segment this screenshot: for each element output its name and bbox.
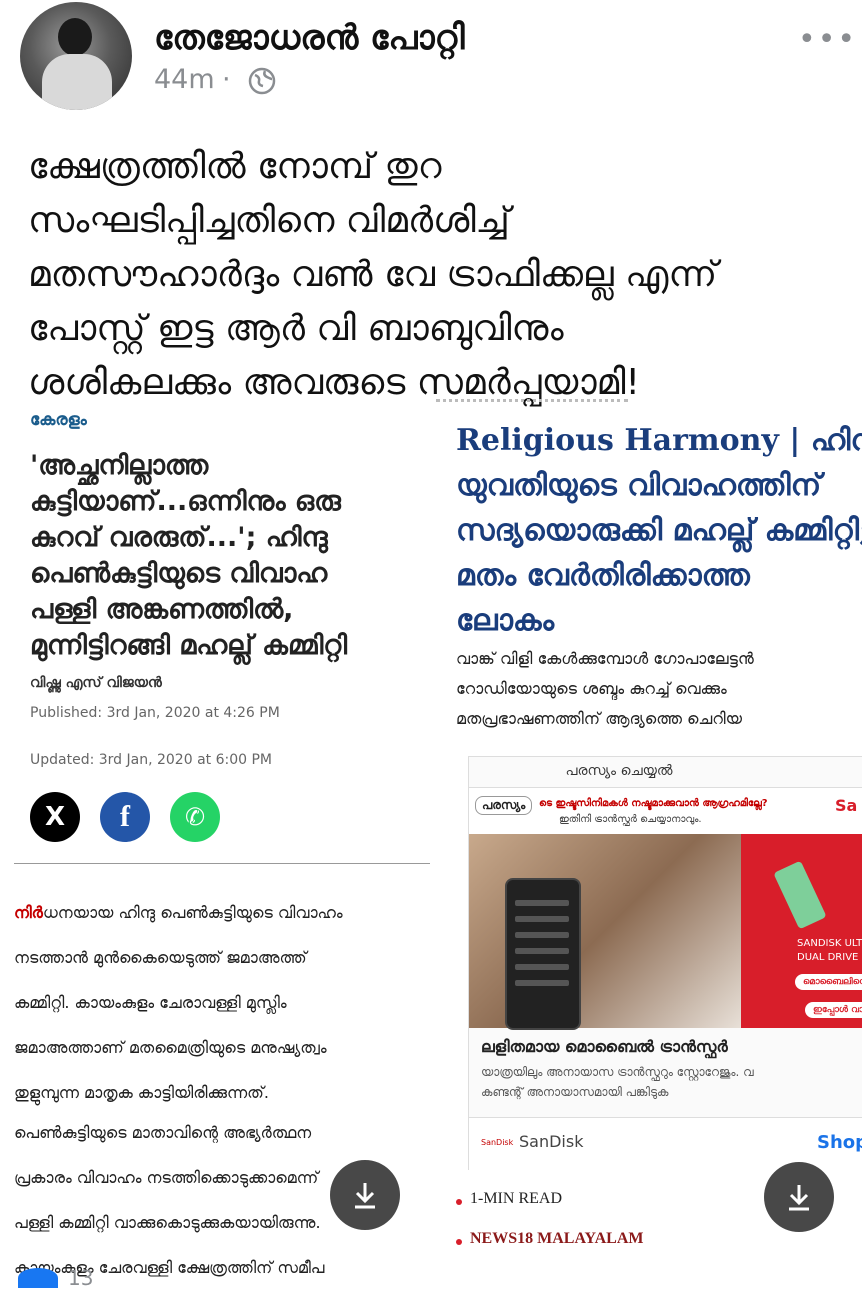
buy-now-button[interactable]: ഇപ്പോൾ വാങ്ങൂ [805,1002,862,1018]
sandisk-logo: SanDisk [481,1138,514,1147]
post-text-line: മതസൗഹാർദ്ദം വൺ വേ ട്രാഫിക്കല്ല എന്ന് [28,254,718,295]
ad-headline: ടെ ഇഷ്ടസിനിമകൾ നഷ്ടമാക്കുവാൻ ആഗ്രഹമില്ലേ… [539,798,768,809]
post-text-line: സംഘടിപ്പിച്ചതിനെ വിമർശിച്ച് [28,200,510,241]
headline-line: യുവതിയുടെ വിവാഹത്തിന് [456,468,822,503]
ad-tag: പരസ്യം [475,796,533,815]
author-avatar[interactable] [20,2,132,110]
body-line: പെൺകുട്ടിയുടെ മാതാവിന്റെ അഭ്യർത്ഥന [14,1123,312,1142]
ad-pill: മൊബൈലിന്റെ [795,974,862,990]
ad-description: കണ്ടന്റ് അനായാസമായി പങ്കിടുക [481,1085,669,1099]
x-share-icon: X [30,792,80,842]
article-category: കേരളം [30,410,87,430]
body-line: മതപ്രഭാഷണത്തിന് ആദ്യത്തെ ചെറിയ [456,709,742,728]
bullet-icon [456,1199,462,1205]
headline-line: ലോകം [456,603,555,638]
headline-line: മുന്നിട്ടിറങ്ങി മഹല്ല് കമ്മിറ്റി [30,630,348,661]
drop-cap: നിർ [14,903,43,922]
reaction-count[interactable]: 13 [68,1266,93,1290]
ad-brand-top: Sa [835,796,858,815]
headline-line: സദ്യയൊരുക്കി മഹല്ല് കമ്മിറ്റി; [456,513,862,548]
article-body: നിർധനയായ ഹിന്ദു പെൺകുട്ടിയുടെ വിവാഹം നടത… [14,890,430,1115]
author-name[interactable]: തേജോധരൻ പോറ്റി [154,18,465,58]
article-author: വിഷ്ണു എസ് വിജയൻ [30,675,162,691]
usb-drive-image [773,860,827,930]
like-icon[interactable] [18,1268,58,1288]
body-line: നടത്താൻ മുൻകൈയെടുത്ത് ജമാഅത്ത് [14,948,307,967]
body-line: തുളുമ്പുന്ന മാതൃക കാട്ടിയിരിക്കുന്നത്. [14,1083,269,1102]
body-line: കമ്മിറ്റി. കായംകുളം ചേരാവള്ളി മുസ്ലിം [14,993,287,1012]
article-headline: Religious Harmony | ഹിന്ദു യുവതിയുടെ വിവ… [456,418,862,643]
ad-brand: SanDisk [519,1132,584,1151]
updated-date: Updated: 3rd Jan, 2020 at 6:00 PM [30,752,272,768]
ad-subline: ഇതിനി ട്രാൻസ്ഫർ ചെയ്യാനാവും. [559,814,702,825]
more-dots-icon[interactable]: ••• [798,22,857,57]
facebook-share-icon: f [100,792,150,842]
phone-image [505,878,581,1030]
sandisk-ad[interactable]: പരസ്യം ചെയ്യൽ പരസ്യം ടെ ഇഷ്ടസിനിമകൾ നഷ്ട… [468,756,862,1170]
product-name: SANDISK ULTRA [797,938,862,949]
headline-line: കുറവ് വരരുത്...'; ഹിന്ദു [30,522,328,553]
body-line: റോഡിയോയുടെ ശബ്ദം കുറച്ച് വെക്കും [456,679,727,698]
headline-line: പെൺകുട്ടിയുടെ വിവാഹ [30,558,328,589]
ad-photo [469,834,741,1030]
headline-line: മതം വേർതിരിക്കാത്ത [456,558,750,593]
body-line: നിർധനയായ ഹിന്ദു പെൺകുട്ടിയുടെ വിവാഹം [14,903,343,922]
avatar-head [58,18,92,56]
product-subname: DUAL DRIVE GO USB [797,952,862,963]
source-name: NEWS18 MALAYALAM [470,1230,644,1247]
ad-banner[interactable]: പരസ്യം ടെ ഇഷ്ടസിനിമകൾ നഷ്ടമാക്കുവാൻ ആഗ്ര… [469,787,862,1030]
headline-line: Religious Harmony | ഹിന്ദു [456,423,862,458]
right-article-screenshot[interactable]: Religious Harmony | ഹിന്ദു യുവതിയുടെ വിവ… [436,404,862,1280]
body-line: ജമാഅത്താണ് മതമൈത്രിയുടെ മനുഷ്യത്വം [14,1038,327,1057]
globe-icon[interactable] [247,66,277,96]
dotted-divider [436,399,628,402]
download-icon[interactable] [330,1160,400,1230]
whatsapp-share-icon: ✆ [170,792,220,842]
avatar-body [42,54,112,110]
meta-separator: · [222,64,231,95]
ad-description: യാത്രയിലും അനായാസ ട്രാൻസ്ഫറും സ്റ്റോറേജു… [481,1065,754,1079]
body-line: വാങ്ക് വിളി കേൾക്കുമ്പോൾ ഗോപാലേട്ടൻ [456,649,754,668]
headline-line: 'അച്ഛനില്ലാത്ത [30,450,209,481]
ad-title[interactable]: ലളിതമായ മൊബൈൽ ട്രാൻസ്ഫർ [481,1037,728,1057]
ad-label: പരസ്യം ചെയ്യൽ [565,763,673,779]
ad-product-panel: SANDISK ULTRA DUAL DRIVE GO USB മൊബൈലിന്… [741,834,862,1028]
shop-link[interactable]: Shop [817,1132,862,1153]
post-text-line: പോസ്റ്റ് ഇട്ട ആർ വി ബാബുവിനും [28,308,564,349]
bullet-icon [456,1239,462,1245]
article-headline: 'അച്ഛനില്ലാത്ത കുട്ടിയാണ്...ഒന്നിനും ഒരു… [30,448,430,664]
download-icon[interactable] [764,1162,834,1232]
headline-line: കുട്ടിയാണ്...ഒന്നിനും ഒരു [30,486,341,517]
post-text: ക്ഷേത്രത്തിൽ നോമ്പ് തുറ സംഘടിപ്പിച്ചതിനെ… [28,140,848,410]
divider [14,863,430,864]
published-date: Published: 3rd Jan, 2020 at 4:26 PM [30,705,280,721]
article-body: വാങ്ക് വിളി കേൾക്കുമ്പോൾ ഗോപാലേട്ടൻ റോഡി… [456,644,862,734]
post-text-line: ക്ഷേത്രത്തിൽ നോമ്പ് തുറ [28,146,442,187]
left-article-screenshot[interactable]: കേരളം 'അച്ഛനില്ലാത്ത കുട്ടിയാണ്...ഒന്നിന… [14,400,430,1280]
headline-line: പള്ളി അങ്കണത്തിൽ, [30,594,294,625]
post-time[interactable]: 44m [154,64,215,95]
read-time: 1-MIN READ [470,1190,562,1207]
